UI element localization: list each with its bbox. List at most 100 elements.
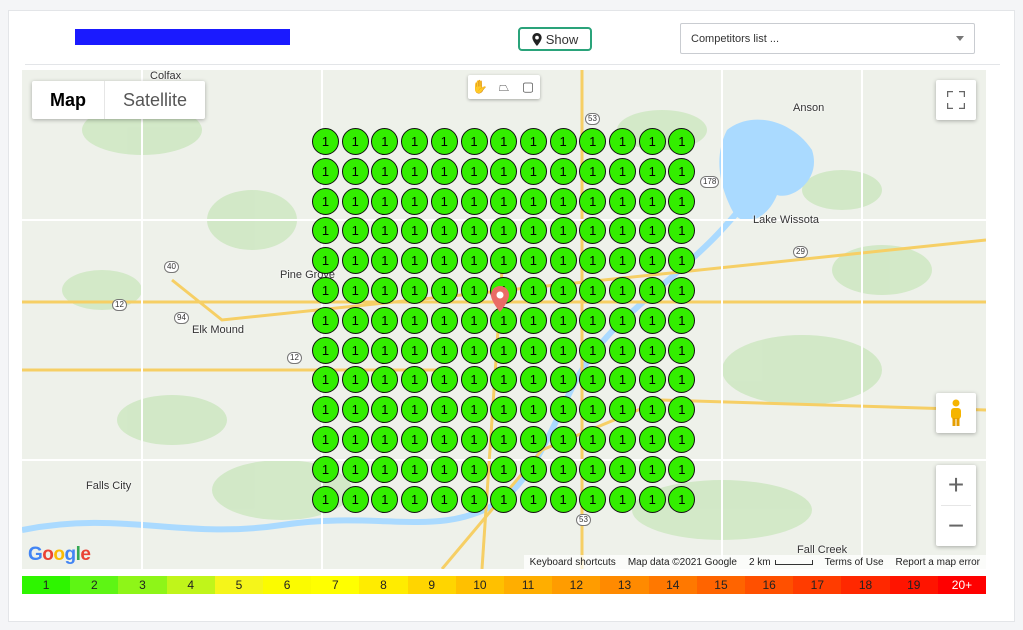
rank-point[interactable]: 1 (312, 247, 339, 275)
rank-point[interactable]: 1 (490, 128, 518, 155)
rank-point[interactable]: 1 (519, 426, 547, 453)
rank-point[interactable]: 1 (609, 455, 636, 483)
rank-point[interactable]: 1 (430, 366, 458, 394)
rank-point[interactable]: 1 (430, 455, 458, 483)
rank-point[interactable]: 1 (549, 396, 577, 424)
rank-point[interactable]: 1 (430, 247, 458, 275)
rank-point[interactable]: 1 (549, 455, 577, 483)
rank-point[interactable]: 1 (312, 336, 339, 364)
rank-point[interactable]: 1 (579, 157, 607, 185)
rank-point[interactable]: 1 (371, 336, 399, 364)
rank-point[interactable]: 1 (312, 426, 339, 453)
rank-point[interactable]: 1 (430, 128, 458, 155)
rank-point[interactable]: 1 (401, 128, 429, 155)
rank-point[interactable]: 1 (668, 187, 696, 215)
rank-point[interactable]: 1 (638, 426, 666, 453)
rank-point[interactable]: 1 (549, 247, 577, 275)
rank-point[interactable]: 1 (341, 485, 369, 513)
terms-link[interactable]: Terms of Use (819, 557, 890, 568)
rank-point[interactable]: 1 (430, 306, 458, 334)
rank-point[interactable]: 1 (668, 157, 696, 185)
rank-point[interactable]: 1 (341, 277, 369, 304)
keyboard-shortcuts-link[interactable]: Keyboard shortcuts (524, 557, 622, 568)
rank-point[interactable]: 1 (430, 426, 458, 453)
rank-point[interactable]: 1 (549, 277, 577, 304)
rank-point[interactable]: 1 (668, 336, 696, 364)
rank-point[interactable]: 1 (609, 187, 636, 215)
rank-point[interactable]: 1 (312, 128, 339, 155)
rank-point[interactable]: 1 (401, 426, 429, 453)
rank-point[interactable]: 1 (668, 485, 696, 513)
zoom-out-button[interactable]: − (936, 506, 976, 546)
rank-point[interactable]: 1 (371, 485, 399, 513)
rank-point[interactable]: 1 (549, 217, 577, 245)
rank-point[interactable]: 1 (609, 396, 636, 424)
rank-point[interactable]: 1 (519, 396, 547, 424)
rank-point[interactable]: 1 (549, 366, 577, 394)
rank-point[interactable]: 1 (638, 455, 666, 483)
rank-point[interactable]: 1 (490, 426, 518, 453)
rank-point[interactable]: 1 (519, 247, 547, 275)
map-scale[interactable]: 2 km (743, 557, 819, 568)
rank-point[interactable]: 1 (371, 187, 399, 215)
polygon-icon[interactable]: ⏢ (492, 75, 516, 99)
rank-point[interactable]: 1 (371, 455, 399, 483)
zoom-in-button[interactable]: + (936, 465, 976, 505)
show-button[interactable]: Show (518, 27, 592, 51)
map-view[interactable]: Colfax Anson Lake Wissota Pine Grove Elk… (22, 70, 986, 569)
rank-point[interactable]: 1 (519, 157, 547, 185)
rank-point[interactable]: 1 (638, 306, 666, 334)
rank-point[interactable]: 1 (341, 306, 369, 334)
rank-point[interactable]: 1 (519, 277, 547, 304)
rank-point[interactable]: 1 (668, 455, 696, 483)
rank-point[interactable]: 1 (312, 306, 339, 334)
rank-point[interactable]: 1 (460, 426, 488, 453)
rank-point[interactable]: 1 (549, 157, 577, 185)
rank-point[interactable]: 1 (519, 306, 547, 334)
rank-point[interactable]: 1 (401, 485, 429, 513)
fullscreen-button[interactable] (936, 80, 976, 120)
rank-point[interactable]: 1 (430, 336, 458, 364)
rank-point[interactable]: 1 (401, 277, 429, 304)
rank-point[interactable]: 1 (341, 157, 369, 185)
rank-point[interactable]: 1 (549, 306, 577, 334)
rank-point[interactable]: 1 (460, 485, 488, 513)
rank-point[interactable]: 1 (609, 157, 636, 185)
rank-point[interactable]: 1 (549, 485, 577, 513)
rank-point[interactable]: 1 (549, 426, 577, 453)
rank-point[interactable]: 1 (430, 277, 458, 304)
rank-point[interactable]: 1 (460, 336, 488, 364)
rank-point[interactable]: 1 (460, 277, 488, 304)
business-pin-icon[interactable] (491, 286, 509, 312)
rank-point[interactable]: 1 (312, 485, 339, 513)
rank-point[interactable]: 1 (460, 247, 488, 275)
rank-point[interactable]: 1 (549, 336, 577, 364)
rank-point[interactable]: 1 (460, 128, 488, 155)
rank-point[interactable]: 1 (609, 277, 636, 304)
rank-point[interactable]: 1 (490, 336, 518, 364)
rank-point[interactable]: 1 (549, 187, 577, 215)
rank-point[interactable]: 1 (638, 217, 666, 245)
rank-point[interactable]: 1 (401, 336, 429, 364)
rank-point[interactable]: 1 (460, 396, 488, 424)
rank-point[interactable]: 1 (341, 217, 369, 245)
rank-point[interactable]: 1 (519, 187, 547, 215)
map-type-satellite-button[interactable]: Satellite (105, 81, 205, 119)
rank-point[interactable]: 1 (609, 426, 636, 453)
rank-point[interactable]: 1 (519, 336, 547, 364)
rank-point[interactable]: 1 (490, 157, 518, 185)
rank-point[interactable]: 1 (490, 485, 518, 513)
competitors-select[interactable]: Competitors list ... (680, 23, 975, 54)
rank-point[interactable]: 1 (579, 187, 607, 215)
rank-point[interactable]: 1 (609, 336, 636, 364)
rank-point[interactable]: 1 (638, 187, 666, 215)
rank-point[interactable]: 1 (341, 336, 369, 364)
rank-point[interactable]: 1 (341, 366, 369, 394)
rank-point[interactable]: 1 (609, 485, 636, 513)
rank-point[interactable]: 1 (430, 396, 458, 424)
rectangle-icon[interactable]: ▢ (516, 75, 540, 99)
rank-point[interactable]: 1 (401, 187, 429, 215)
rank-point[interactable]: 1 (341, 455, 369, 483)
rank-point[interactable]: 1 (638, 157, 666, 185)
rank-point[interactable]: 1 (401, 455, 429, 483)
